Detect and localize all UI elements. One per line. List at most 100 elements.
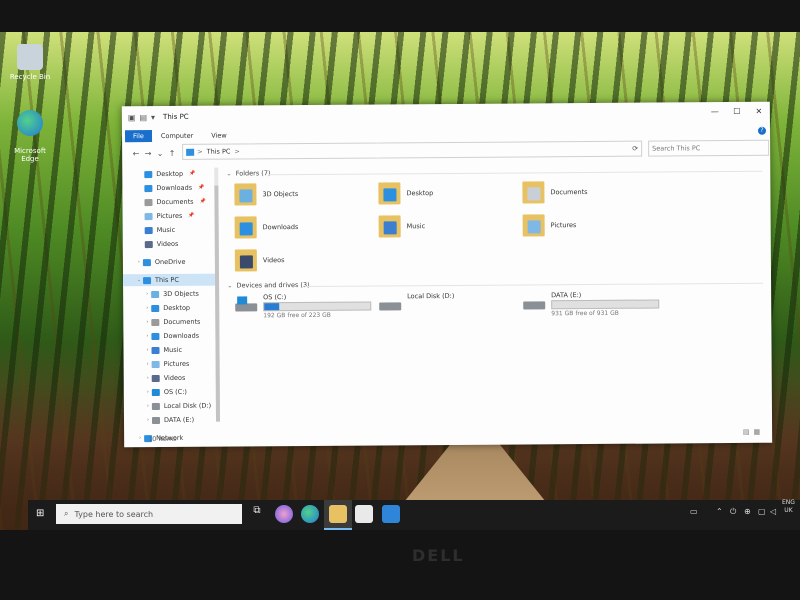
nav-item-documents[interactable]: › Documents xyxy=(123,316,215,329)
folder-label: Pictures xyxy=(550,221,577,230)
search-input[interactable]: Search This PC xyxy=(648,139,770,157)
mail-icon[interactable] xyxy=(382,505,400,523)
collapse-chevron-icon[interactable]: › xyxy=(144,361,152,367)
pin-icon: 📌 xyxy=(188,212,195,219)
folder-item-downloads[interactable]: Downloads xyxy=(234,216,299,239)
collapse-chevron-icon[interactable]: › xyxy=(143,305,151,311)
folder-item-3d-objects[interactable]: 3D Objects xyxy=(234,183,298,206)
speaker-icon[interactable]: ⏻ xyxy=(730,507,736,517)
folder-item-pictures[interactable]: Pictures xyxy=(522,214,577,237)
nav-item-music[interactable]: › Music xyxy=(123,344,215,357)
nav-item-videos[interactable]: Videos xyxy=(123,238,215,251)
nav-item-this-pc[interactable]: ⌄ This PC xyxy=(122,273,216,287)
collapse-chevron-icon[interactable]: › xyxy=(144,375,152,381)
nav-item-downloads[interactable]: Downloads 📌 xyxy=(122,182,214,195)
recycle-bin-desktop-icon[interactable]: Recycle Bin xyxy=(0,44,60,81)
collapse-chevron-icon[interactable]: › xyxy=(143,319,151,325)
back-arrow-icon[interactable]: ← xyxy=(130,149,142,158)
folder-item-music[interactable]: Music xyxy=(378,215,426,238)
quick-access-toolbar: ▣ ▤ ▾ xyxy=(128,113,155,122)
nav-item-downloads[interactable]: › Downloads xyxy=(123,330,215,343)
nav-item-label: Videos xyxy=(156,239,179,249)
this-pc-icon xyxy=(186,148,195,156)
refresh-icon[interactable]: ⟳ xyxy=(632,145,638,153)
edge-desktop-icon[interactable]: Microsoft Edge xyxy=(0,102,60,171)
windows-logo-icon[interactable]: ⊞ xyxy=(36,508,48,520)
expand-chevron-icon[interactable]: ⌄ xyxy=(135,277,143,283)
file-explorer-icon[interactable] xyxy=(329,505,347,523)
status-bar-item-count: 10 items xyxy=(148,434,177,444)
collapse-chevron-icon[interactable]: › xyxy=(144,417,152,423)
address-bar[interactable]: > This PC > ⟳ xyxy=(182,140,643,160)
folders-group-header[interactable]: ⌄ Folders (7) xyxy=(226,169,270,177)
nav-item-pictures[interactable]: › Pictures xyxy=(124,358,216,371)
taskbar-search-box[interactable]: ⌕ Type here to search xyxy=(56,504,242,524)
collapse-chevron-icon[interactable]: › xyxy=(136,435,144,441)
tab-computer[interactable]: Computer xyxy=(152,129,202,141)
drive-item-data-e[interactable]: DATA (E:) 931 GB free of 931 GB xyxy=(523,291,660,318)
folder-item-desktop[interactable]: Desktop xyxy=(378,182,433,205)
collapse-chevron-icon[interactable]: › xyxy=(143,347,151,353)
battery-icon[interactable]: ▭ xyxy=(690,507,698,516)
nav-item-videos[interactable]: › Videos xyxy=(124,372,216,385)
up-arrow-icon[interactable]: ↑ xyxy=(166,148,178,157)
collapse-chevron-icon[interactable]: › xyxy=(135,259,143,265)
drive-label: OS (C:) xyxy=(263,293,287,302)
nav-item-documents[interactable]: Documents 📌 xyxy=(122,196,214,209)
drive-icon xyxy=(379,298,402,312)
collapse-chevron-icon[interactable]: › xyxy=(144,389,152,395)
nav-item-label: Documents xyxy=(156,197,194,207)
drives-group-header[interactable]: ⌄ Devices and drives (3) xyxy=(227,281,310,290)
network-icon[interactable]: ⊕ xyxy=(744,507,751,516)
nav-item-desktop[interactable]: › Desktop xyxy=(123,302,215,315)
nav-item-desktop[interactable]: Desktop 📌 xyxy=(122,168,214,181)
nav-scrollbar-thumb[interactable] xyxy=(214,185,221,422)
view-toggle-icons[interactable]: ▤▦ xyxy=(743,428,764,436)
chevron-up-icon[interactable]: ⌃ xyxy=(716,507,723,516)
content-area: ⌄ Folders (7) ⌄ Devices and drives (3) 3… xyxy=(222,162,768,428)
nav-item-os-c[interactable]: › OS (C:) xyxy=(124,386,216,399)
minimize-button[interactable]: — xyxy=(704,102,726,120)
nav-item-label: Desktop xyxy=(156,169,184,179)
store-icon[interactable] xyxy=(355,505,373,523)
edge-icon[interactable] xyxy=(301,505,319,523)
recent-locations-chevron-icon[interactable]: ⌄ xyxy=(154,148,166,157)
forward-arrow-icon[interactable]: → xyxy=(142,149,154,158)
undo-icon[interactable]: ▤ xyxy=(139,113,147,122)
help-button[interactable]: ? xyxy=(757,126,767,135)
nav-item-label: Music xyxy=(163,345,183,354)
display-icon[interactable]: ▢ xyxy=(758,507,766,516)
dropdown-icon[interactable]: ▾ xyxy=(151,113,155,122)
pin-icon: 📌 xyxy=(189,170,196,177)
task-view-icon[interactable]: ⧉ xyxy=(248,505,266,523)
nav-item-music[interactable]: Music xyxy=(123,224,215,237)
tab-view[interactable]: View xyxy=(202,129,236,141)
collapse-chevron-icon[interactable]: › xyxy=(143,333,151,339)
folder-item-videos[interactable]: Videos xyxy=(234,249,285,272)
folder-item-documents[interactable]: Documents xyxy=(522,181,588,204)
collapse-chevron-icon[interactable]: › xyxy=(144,403,152,409)
nav-item-pictures[interactable]: Pictures 📌 xyxy=(123,210,215,223)
language-indicator[interactable]: ENG UK xyxy=(782,499,795,515)
breadcrumb-this-pc[interactable]: This PC xyxy=(207,148,231,156)
folder-icon xyxy=(144,226,153,234)
nav-item-onedrive[interactable]: › OneDrive xyxy=(123,256,215,269)
nav-item-data-e[interactable]: › DATA (E:) xyxy=(124,414,216,427)
group-divider xyxy=(305,282,764,287)
save-icon[interactable]: ▣ xyxy=(128,113,136,122)
maximize-button[interactable]: ☐ xyxy=(726,102,748,120)
nav-item-3d-objects[interactable]: › 3D Objects xyxy=(123,288,215,301)
tab-file[interactable]: File xyxy=(124,129,152,142)
nav-item-label: Videos xyxy=(163,373,186,382)
volume-icon[interactable]: ◁ xyxy=(770,507,776,516)
drive-usage-bar xyxy=(551,299,660,310)
copilot-icon[interactable] xyxy=(275,505,293,523)
close-button[interactable]: ✕ xyxy=(748,102,770,120)
nav-item-local-disk-d[interactable]: › Local Disk (D:) xyxy=(124,400,216,413)
nav-item-label: This PC xyxy=(155,275,179,285)
drive-item-local-disk-d[interactable]: Local Disk (D:) xyxy=(379,292,454,313)
collapse-chevron-icon[interactable]: › xyxy=(143,291,151,297)
breadcrumb-chevron[interactable]: > xyxy=(234,147,240,155)
window-controls: — ☐ ✕ xyxy=(704,102,770,120)
drive-item-os-c[interactable]: OS (C:) 192 GB free of 223 GB xyxy=(235,293,372,320)
